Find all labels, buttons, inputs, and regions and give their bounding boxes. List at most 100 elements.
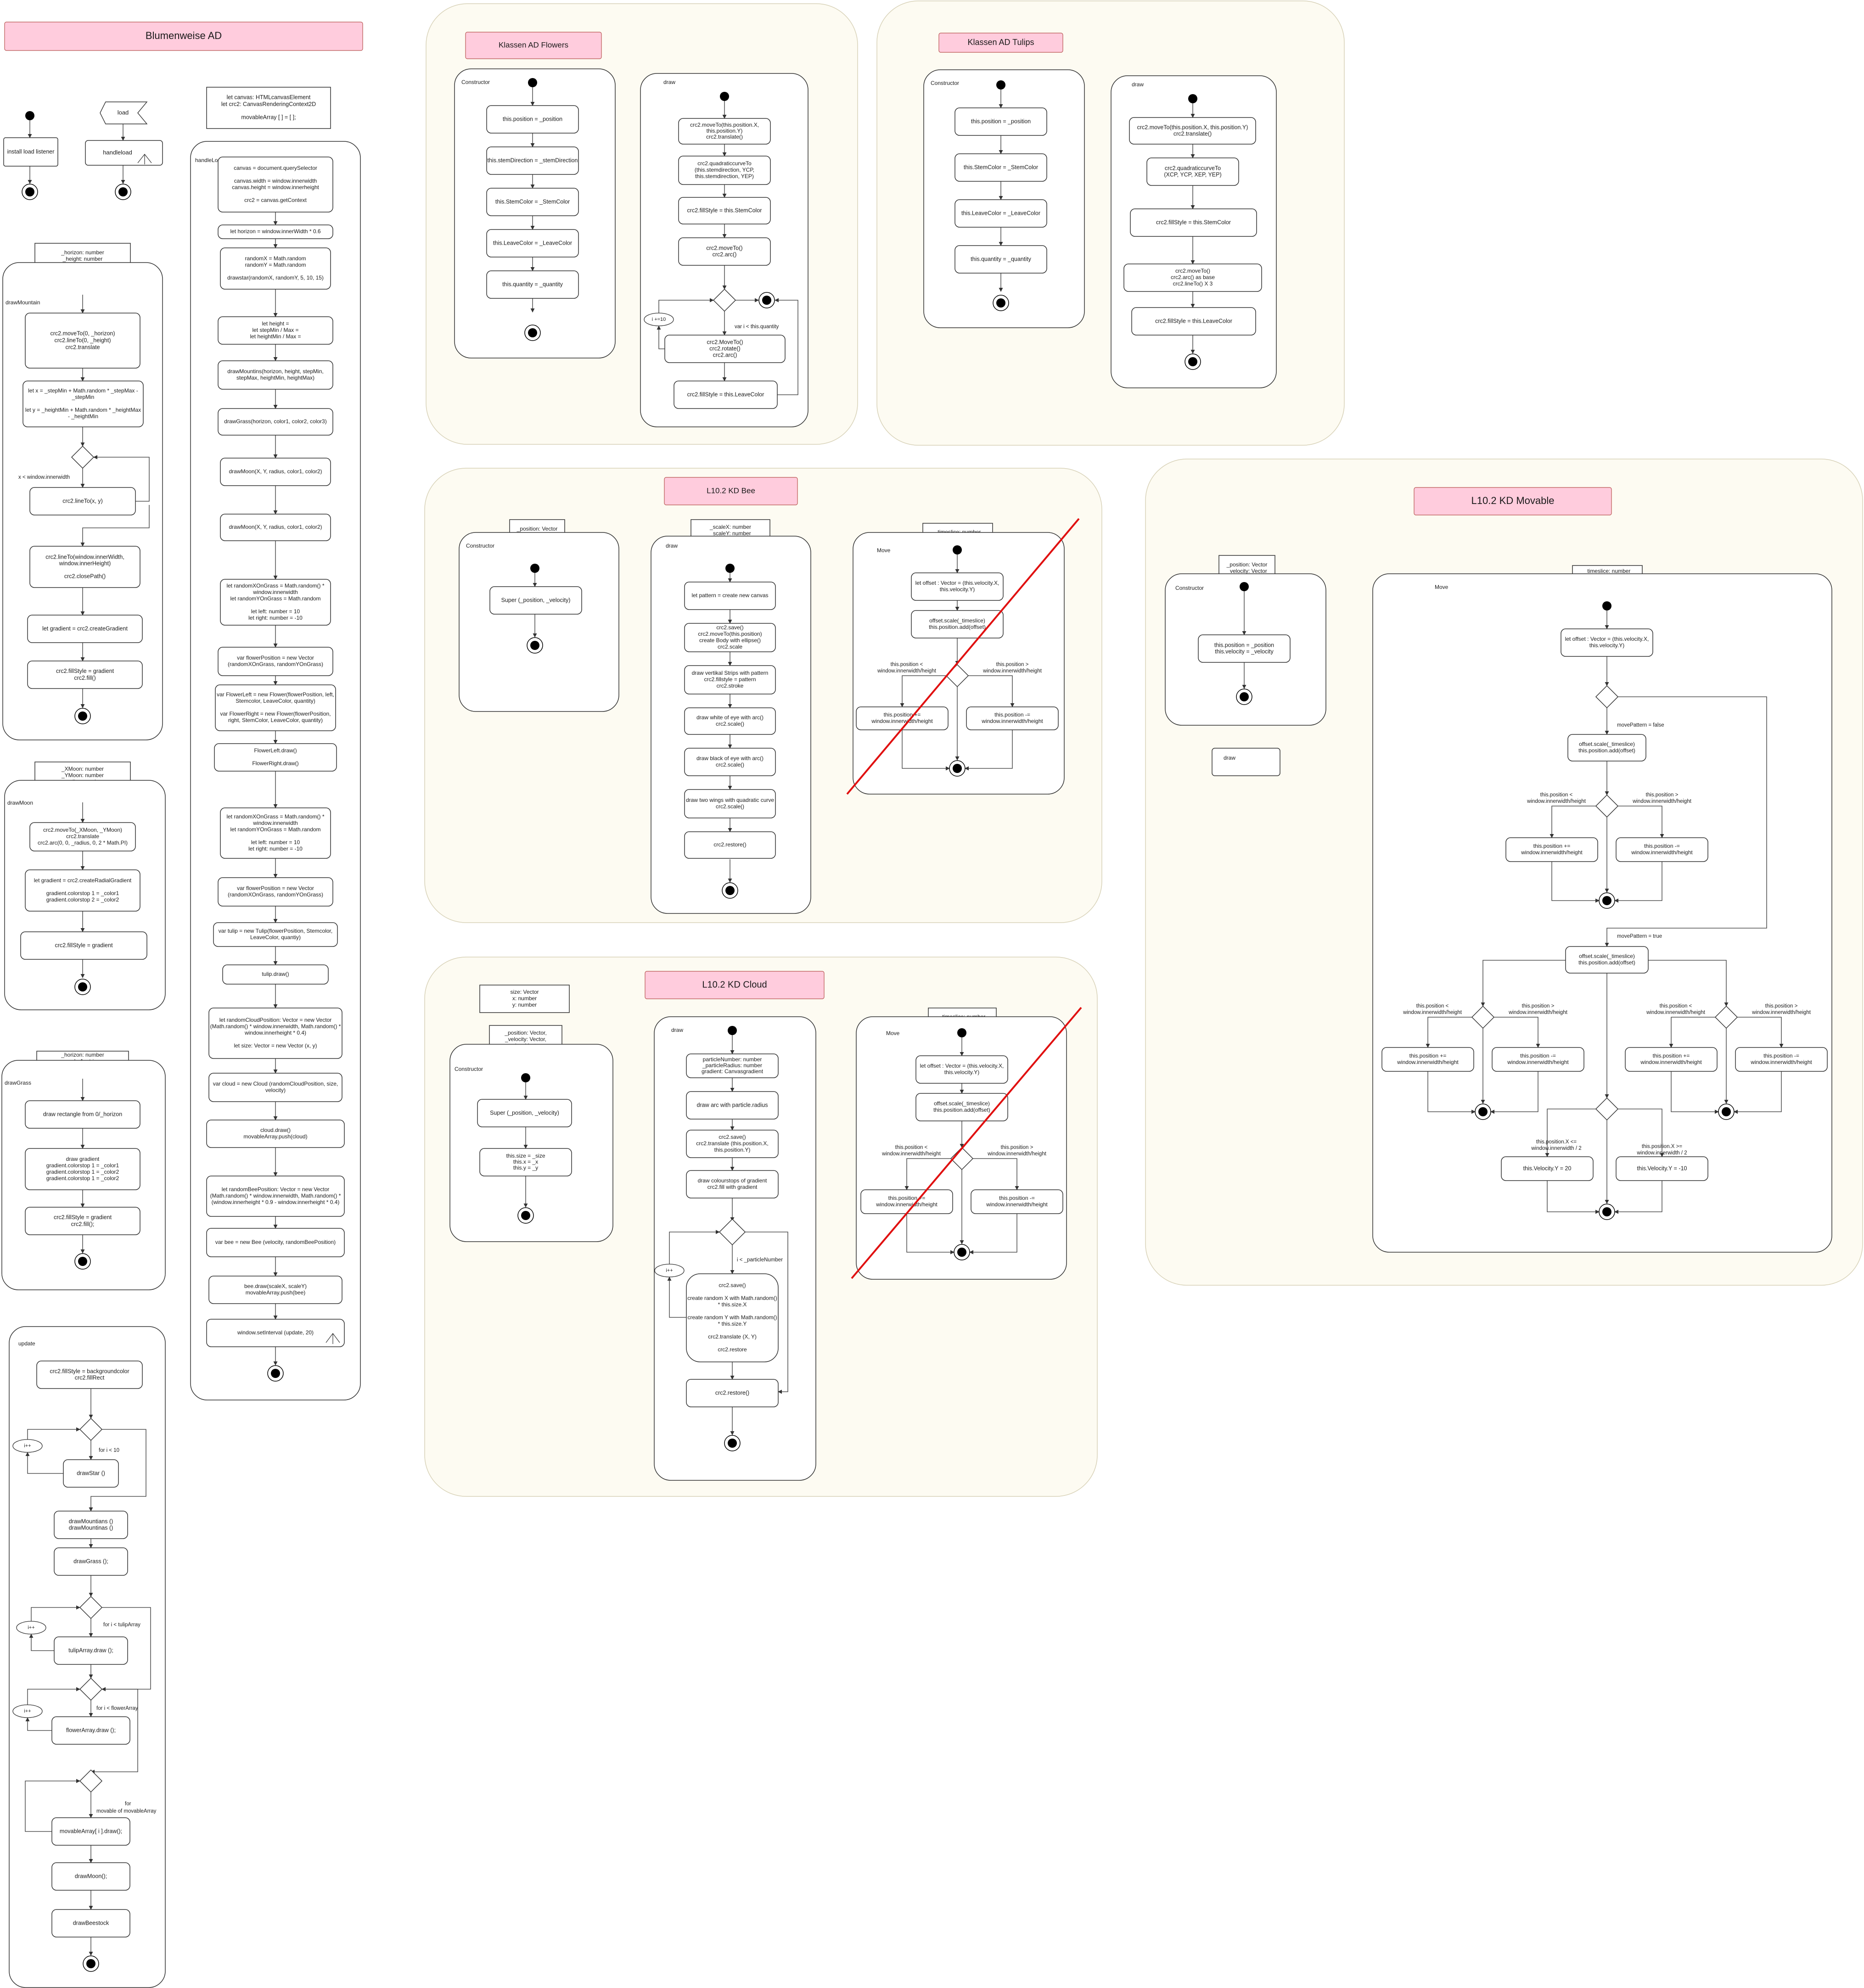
text-label: crc2.moveTo(_XMoon, _YMoon) (43, 827, 122, 833)
final-node-dot (953, 764, 962, 773)
text-label: window.innerwidth (253, 820, 298, 826)
text-label: offset.scale(_timeslice) (934, 1100, 990, 1107)
frame-label: draw (1224, 755, 1235, 761)
text-label: let y = _heightMin + Math.random * _heig… (25, 407, 141, 413)
text-label: crc2.translate (66, 833, 99, 840)
text-label: bee.draw(scaleX, scaleY) (244, 1283, 307, 1289)
final-node-dot (728, 1439, 737, 1448)
frame-label: drawMoon (7, 800, 33, 806)
text-label: create random Y with Math.random() (688, 1314, 777, 1321)
text-label: crc2.fillStyle = this.LeaveColor (1155, 318, 1232, 324)
text-label: crc2.fill(); (71, 1221, 95, 1227)
text-label: let size: Vector = new Vector (x, y) (234, 1042, 317, 1049)
final-node-dot (957, 1248, 966, 1257)
text-label: draw two wings with quadratic curve (686, 797, 774, 803)
final-node-dot (1240, 692, 1249, 701)
text-label: window.innerwidth/height (876, 1201, 938, 1208)
text-label: crc2.scale() (716, 803, 744, 810)
parameter-text: _XMoon: number (61, 766, 104, 772)
text-label: let offset : Vector = (this.velocity.X, (1565, 636, 1649, 642)
text-label: cloud.draw() (260, 1127, 291, 1133)
text-label: var bee = new Bee (velocity, randomBeePo… (215, 1239, 336, 1245)
text-label: crc2.moveTo(this.position) (698, 631, 762, 637)
diagram-title: Klassen AD Flowers (499, 40, 568, 49)
text-label: let stepMin / Max = (252, 327, 298, 333)
text-label: crc2.stroke (717, 683, 744, 689)
text-label: crc2.arc() as base (1171, 274, 1215, 280)
text-label: this.Velocity.Y = -10 (1637, 1165, 1687, 1171)
text-label: (this.stemdirection, YCP, (695, 167, 754, 173)
text-label: this.StemColor = _StemColor (495, 198, 570, 205)
final-node-dot (78, 982, 87, 991)
initial-node (1602, 601, 1611, 610)
initial-node (528, 78, 537, 87)
text-label: offset.scale(_timeslice) (929, 617, 985, 624)
text-label: crc2.translate (this.position.X, (696, 1140, 768, 1147)
initial-node (521, 1073, 530, 1082)
text-label: this.position.Y) (714, 1147, 751, 1153)
text-label: FlowerLeft.draw() (254, 747, 297, 754)
text-label: this.position = _position (503, 116, 562, 122)
text-label: this.Velocity.Y = 20 (1523, 1165, 1572, 1171)
action-node (220, 247, 331, 290)
text-label: gradient.colorstop 2 = _color2 (46, 896, 119, 903)
final-node-dot (1722, 1107, 1731, 1116)
text-label: let randomCloudPosition: Vector = new Ve… (219, 1017, 331, 1023)
frame-label: Constructor (1175, 585, 1204, 591)
text-label: movableArray[ i ].draw(); (60, 1828, 122, 1834)
text-label: var cloud = new Cloud (randomCloudPositi… (213, 1081, 338, 1087)
text-label: let pattern = create new canvas (691, 592, 768, 599)
text-label: crc2.restore() (713, 841, 746, 848)
frame-label: draw (663, 79, 675, 85)
text-label: _particleRadius: number (702, 1062, 762, 1069)
text-label: var FlowerRight = new Flower(flowerPosit… (220, 711, 331, 717)
text-label: this.velocity.Y) (940, 586, 975, 593)
text-label: crc2.moveTo(this.position.X, this.positi… (1137, 124, 1248, 130)
parameter-text: _scaleX: number (709, 524, 751, 530)
text-label: crc2.fillStyle = backgroundcolor (50, 1368, 129, 1374)
increment-label: i++ (24, 1443, 31, 1449)
text-label: let left: number = 10 (251, 608, 300, 615)
text-label: crc2.save() (719, 1134, 746, 1140)
text-label: this.position -= (1763, 1053, 1799, 1059)
text-label: crc2.fill with gradient (707, 1184, 758, 1190)
final-node-dot (1602, 1207, 1611, 1216)
text-label: crc2.arc() (713, 251, 737, 258)
final-node-dot (25, 187, 34, 196)
text-label: crc2.translate (65, 344, 100, 350)
initial-node (725, 564, 735, 573)
text-label: window.innerwidth/height (986, 1201, 1048, 1208)
text-label: window.innerwidth/height (871, 718, 933, 724)
text-label: this.stemDirection = _stemDirection (488, 157, 578, 163)
text-label: draw white of eye with arc() (696, 714, 764, 721)
text-label: draw black of eye with arc() (696, 755, 764, 762)
text-label: window.innerwidth/height (1521, 849, 1583, 856)
text-label: var tulip = new Tulip(flowerPosition, St… (219, 928, 332, 934)
text-label: window.innerwidth/height (1631, 849, 1693, 856)
text-label: gradient.colorstop 1 = _color2 (46, 1169, 119, 1175)
guard-label: window.innerwidth/height (1752, 1010, 1811, 1015)
text-label: this.position += (1653, 1053, 1690, 1059)
text-label: install load listener (7, 148, 55, 155)
text-label: drawMoon(X, Y, radius, color1, color2) (229, 468, 322, 475)
guard-label: for i < 10 (99, 1448, 119, 1453)
text-label: crc2.quadraticcurveTo (697, 160, 752, 167)
text-label: randomX = Math.random (245, 255, 306, 262)
movable-array-decl: movableArray [ ] = [ ]; (241, 114, 296, 120)
increment-label: i +=10 (652, 317, 666, 322)
text-label: crc2.translate() (706, 134, 743, 140)
guard-label: this.position > (1765, 1003, 1798, 1009)
text-label: draw rectangle from 0/_horizon (43, 1111, 122, 1117)
text-label: crc2.scale() (716, 721, 744, 727)
cloud-draw-frame (654, 1016, 816, 1481)
text-label: let canvas: HTMLcanvasElement (227, 94, 311, 101)
parameter-text: _position: Vector (517, 526, 558, 532)
text-label: gradient: Canvasgradient (702, 1068, 764, 1075)
text-label: let x = _stepMin + Math.random * _stepMa… (28, 387, 138, 394)
text-label: crc2.restore() (715, 1389, 749, 1396)
guard-label: this.position < (1416, 1003, 1449, 1009)
initial-node (25, 111, 34, 120)
frame-label: drawGrass (5, 1080, 31, 1086)
text-label: this.velocity = _velocity (1215, 648, 1274, 655)
initial-node (530, 564, 539, 573)
